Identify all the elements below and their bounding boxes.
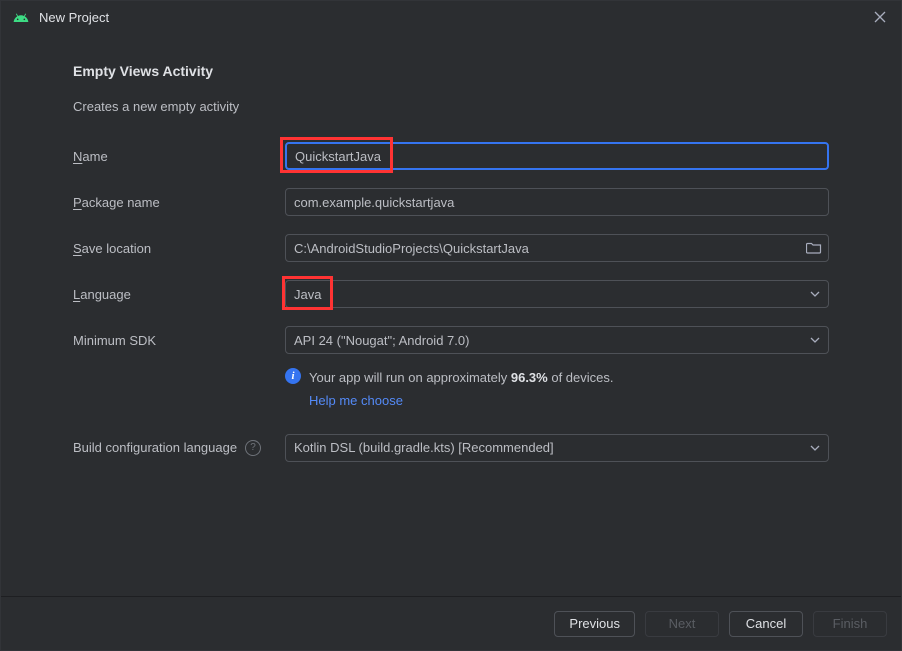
chevron-down-icon <box>810 334 820 346</box>
browse-folder-icon[interactable] <box>806 240 822 257</box>
label-min-sdk: Minimum SDK <box>73 333 285 348</box>
info-icon: i <box>285 368 301 384</box>
sdk-info-row: i Your app will run on approximately 96.… <box>285 368 829 412</box>
sdk-info-text: Your app will run on approximately 96.3%… <box>309 368 614 412</box>
window-title: New Project <box>39 10 873 25</box>
finish-button: Finish <box>813 611 887 637</box>
package-input[interactable] <box>285 188 829 216</box>
help-icon[interactable]: ? <box>245 440 261 456</box>
dialog-footer: Previous Next Cancel Finish <box>1 596 901 650</box>
language-select[interactable]: Java <box>285 280 829 308</box>
page-heading: Empty Views Activity <box>73 63 829 79</box>
label-package: Package name <box>73 195 285 210</box>
label-build-lang: Build configuration language ? <box>73 440 285 456</box>
chevron-down-icon <box>810 288 820 300</box>
build-lang-select[interactable]: Kotlin DSL (build.gradle.kts) [Recommend… <box>285 434 829 462</box>
language-value: Java <box>294 287 321 302</box>
build-lang-value: Kotlin DSL (build.gradle.kts) [Recommend… <box>294 440 554 455</box>
row-save-location: Save location <box>73 234 829 262</box>
next-button: Next <box>645 611 719 637</box>
row-build-lang: Build configuration language ? Kotlin DS… <box>73 434 829 462</box>
row-language: Language Java <box>73 280 829 308</box>
row-name: Name <box>73 142 829 170</box>
page-subheading: Creates a new empty activity <box>73 99 829 114</box>
save-location-input[interactable] <box>285 234 829 262</box>
help-me-choose-link[interactable]: Help me choose <box>309 391 614 412</box>
android-icon <box>13 10 29 26</box>
row-package: Package name <box>73 188 829 216</box>
close-icon[interactable] <box>873 10 889 26</box>
chevron-down-icon <box>810 442 820 454</box>
new-project-dialog: New Project Empty Views Activity Creates… <box>0 0 902 651</box>
name-input[interactable] <box>285 142 829 170</box>
label-save-location: Save location <box>73 241 285 256</box>
previous-button[interactable]: Previous <box>554 611 635 637</box>
row-min-sdk: Minimum SDK API 24 ("Nougat"; Android 7.… <box>73 326 829 354</box>
label-language: Language <box>73 287 285 302</box>
min-sdk-value: API 24 ("Nougat"; Android 7.0) <box>294 333 469 348</box>
titlebar: New Project <box>1 1 901 35</box>
dialog-content: Empty Views Activity Creates a new empty… <box>1 35 901 596</box>
cancel-button[interactable]: Cancel <box>729 611 803 637</box>
label-name: Name <box>73 149 285 164</box>
min-sdk-select[interactable]: API 24 ("Nougat"; Android 7.0) <box>285 326 829 354</box>
